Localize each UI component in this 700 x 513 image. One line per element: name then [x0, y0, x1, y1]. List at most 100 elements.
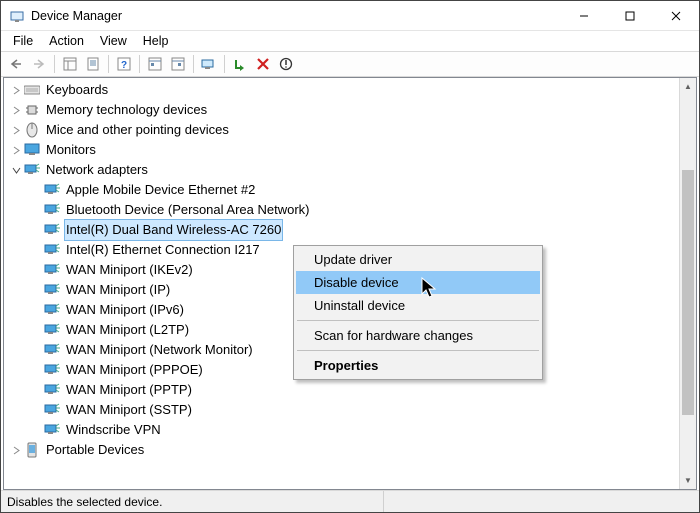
chevron-right-icon[interactable]	[8, 122, 24, 138]
tree-node-net-adapter[interactable]: Apple Mobile Device Ethernet #2	[4, 180, 696, 200]
tree-label: WAN Miniport (Network Monitor)	[64, 340, 255, 360]
scroll-thumb[interactable]	[682, 170, 694, 415]
menubar: File Action View Help	[1, 31, 699, 51]
uninstall-device-button[interactable]	[275, 53, 297, 75]
chevron-right-icon[interactable]	[8, 142, 24, 158]
tree-label: Intel(R) Dual Band Wireless-AC 7260	[64, 219, 283, 241]
vertical-scrollbar[interactable]: ▲ ▼	[679, 78, 696, 489]
disable-device-button[interactable]	[252, 53, 274, 75]
network-adapter-icon	[44, 402, 60, 418]
context-update-driver[interactable]: Update driver	[296, 248, 540, 271]
back-button[interactable]	[5, 53, 27, 75]
help-button[interactable]: ?	[113, 53, 135, 75]
tree-label: WAN Miniport (PPPOE)	[64, 360, 205, 380]
minimize-button[interactable]	[561, 1, 607, 30]
titlebar: Device Manager	[1, 1, 699, 31]
tree-node-mice[interactable]: Mice and other pointing devices	[4, 120, 696, 140]
context-separator	[297, 350, 539, 351]
toolbar: ?	[1, 51, 699, 77]
tree-label: Monitors	[44, 140, 98, 160]
enable-device-button[interactable]	[229, 53, 251, 75]
network-adapter-icon	[44, 382, 60, 398]
app-icon	[9, 8, 25, 24]
context-menu: Update driver Disable device Uninstall d…	[293, 245, 543, 380]
tree-label: Portable Devices	[44, 440, 146, 460]
context-scan-hardware[interactable]: Scan for hardware changes	[296, 324, 540, 347]
tree-label: Network adapters	[44, 160, 150, 180]
tree-label: Mice and other pointing devices	[44, 120, 231, 140]
tree-node-net-adapter[interactable]: Intel(R) Dual Band Wireless-AC 7260	[4, 220, 696, 240]
chevron-right-icon[interactable]	[8, 82, 24, 98]
toolbar-separator	[139, 55, 140, 73]
chip-icon	[24, 102, 40, 118]
menu-help[interactable]: Help	[135, 32, 177, 50]
view-resources-button[interactable]	[167, 53, 189, 75]
update-driver-button[interactable]	[198, 53, 220, 75]
tree-label: WAN Miniport (SSTP)	[64, 400, 194, 420]
tree-node-net-adapter[interactable]: Bluetooth Device (Personal Area Network)	[4, 200, 696, 220]
tree-node-keyboards[interactable]: Keyboards	[4, 80, 696, 100]
tree-node-portable[interactable]: Portable Devices	[4, 440, 696, 460]
scroll-track[interactable]	[680, 95, 696, 472]
network-adapter-icon	[44, 302, 60, 318]
svg-text:?: ?	[121, 60, 127, 71]
scroll-up-button[interactable]: ▲	[680, 78, 696, 95]
status-text: Disables the selected device.	[7, 491, 384, 512]
close-button[interactable]	[653, 1, 699, 30]
network-adapter-icon	[24, 162, 40, 178]
status-spacer	[384, 491, 693, 512]
statusbar: Disables the selected device.	[1, 490, 699, 512]
maximize-button[interactable]	[607, 1, 653, 30]
tree-label: WAN Miniport (PPTP)	[64, 380, 194, 400]
menu-file[interactable]: File	[5, 32, 41, 50]
menu-view[interactable]: View	[92, 32, 135, 50]
toolbar-separator	[224, 55, 225, 73]
window-controls	[561, 1, 699, 30]
view-devices-button[interactable]	[144, 53, 166, 75]
network-adapter-icon	[44, 342, 60, 358]
toolbar-separator	[108, 55, 109, 73]
menu-action[interactable]: Action	[41, 32, 92, 50]
tree-node-memory-tech[interactable]: Memory technology devices	[4, 100, 696, 120]
show-hide-tree-button[interactable]	[59, 53, 81, 75]
network-adapter-icon	[44, 422, 60, 438]
portable-device-icon	[24, 442, 40, 458]
tree-label: Intel(R) Ethernet Connection I217	[64, 240, 262, 260]
network-adapter-icon	[44, 202, 60, 218]
tree-node-network-adapters[interactable]: Network adapters	[4, 160, 696, 180]
toolbar-separator	[193, 55, 194, 73]
mouse-icon	[24, 122, 40, 138]
network-adapter-icon	[44, 222, 60, 238]
network-adapter-icon	[44, 322, 60, 338]
scroll-down-button[interactable]: ▼	[680, 472, 696, 489]
chevron-down-icon[interactable]	[8, 162, 24, 178]
tree-node-net-adapter[interactable]: Windscribe VPN	[4, 420, 696, 440]
tree-node-net-adapter[interactable]: WAN Miniport (PPTP)	[4, 380, 696, 400]
chevron-right-icon[interactable]	[8, 442, 24, 458]
tree-node-net-adapter[interactable]: WAN Miniport (SSTP)	[4, 400, 696, 420]
network-adapter-icon	[44, 262, 60, 278]
forward-button[interactable]	[28, 53, 50, 75]
tree-node-monitors[interactable]: Monitors	[4, 140, 696, 160]
window-title: Device Manager	[31, 9, 561, 23]
keyboard-icon	[24, 82, 40, 98]
tree-label: WAN Miniport (L2TP)	[64, 320, 191, 340]
context-disable-device[interactable]: Disable device	[296, 271, 540, 294]
tree-label: WAN Miniport (IKEv2)	[64, 260, 195, 280]
toolbar-separator	[54, 55, 55, 73]
tree-label: WAN Miniport (IPv6)	[64, 300, 186, 320]
network-adapter-icon	[44, 182, 60, 198]
tree-label: Keyboards	[44, 80, 110, 100]
network-adapter-icon	[44, 282, 60, 298]
context-uninstall-device[interactable]: Uninstall device	[296, 294, 540, 317]
network-adapter-icon	[44, 362, 60, 378]
context-separator	[297, 320, 539, 321]
tree-label: Memory technology devices	[44, 100, 209, 120]
chevron-right-icon[interactable]	[8, 102, 24, 118]
properties-button[interactable]	[82, 53, 104, 75]
tree-label: Windscribe VPN	[64, 420, 163, 440]
tree-label: WAN Miniport (IP)	[64, 280, 172, 300]
context-properties[interactable]: Properties	[296, 354, 540, 377]
tree-label: Apple Mobile Device Ethernet #2	[64, 180, 257, 200]
tree-label: Bluetooth Device (Personal Area Network)	[64, 200, 312, 220]
